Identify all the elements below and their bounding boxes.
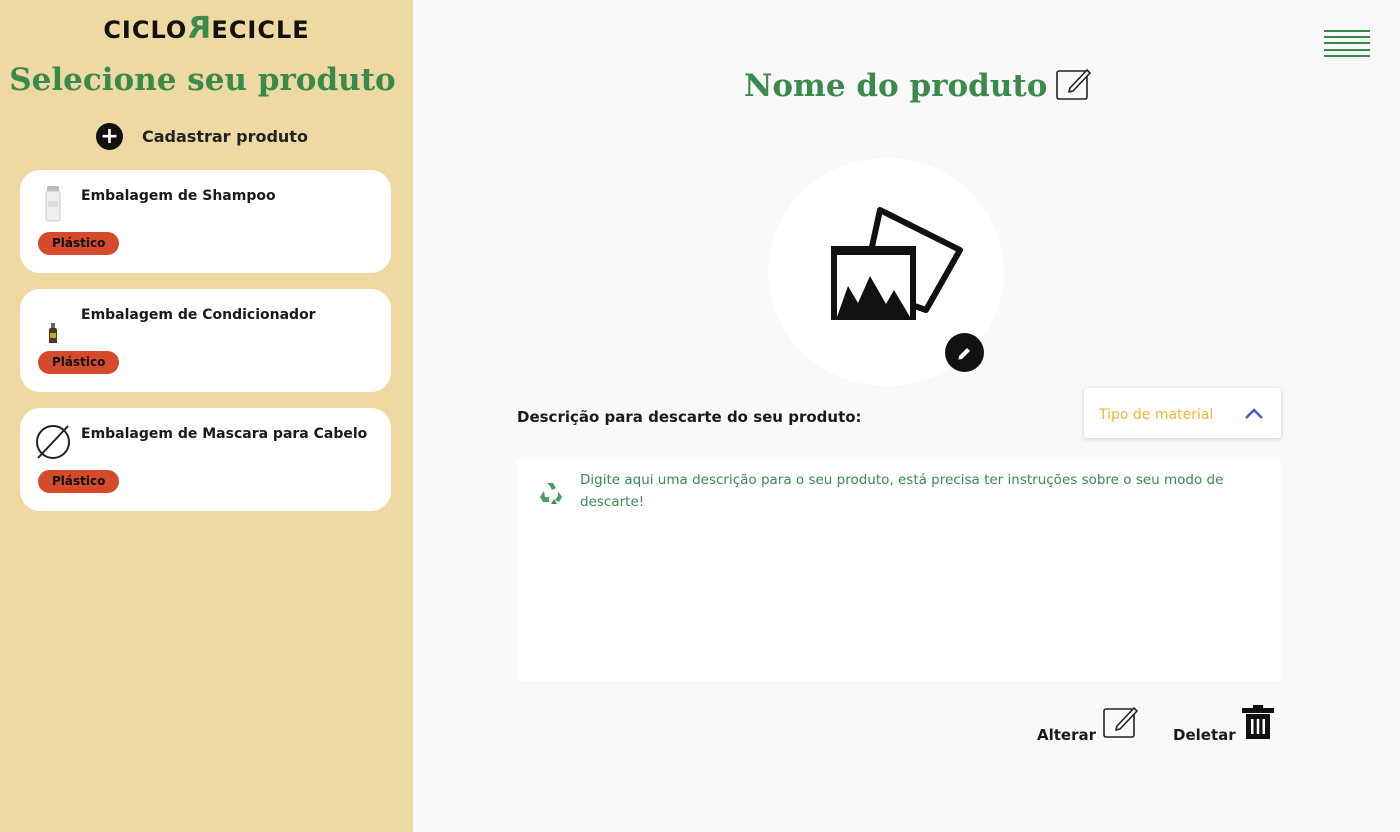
description-textarea[interactable]: Digite aqui uma descrição para o seu pro… [517,459,1281,681]
product-title-row: Nome do produto [744,64,1092,108]
product-title: Nome do produto [744,68,1048,104]
edit-icon [1102,704,1138,744]
edit-title-icon[interactable] [1055,66,1092,106]
alter-button[interactable]: Alterar [1037,706,1138,744]
no-image-icon [36,425,70,459]
sidebar: CICLORECICLE Selecione seu produto + Cad… [0,0,413,832]
delete-label: Deletar [1173,726,1236,744]
logo-part-ciclo: CICLO [103,16,188,44]
shampoo-bottle-icon [45,186,61,222]
material-type-placeholder: Tipo de material [1099,407,1214,423]
product-card-conditioner[interactable]: Embalagem de Condicionador Plástico [20,289,391,392]
description-placeholder: Digite aqui uma descrição para o seu pro… [580,472,1224,510]
logo-part-r: R [187,11,212,46]
conditioner-bottle-icon [49,323,57,343]
app-logo[interactable]: CICLORECICLE [0,11,413,46]
product-card-shampoo[interactable]: Embalagem de Shampoo Plástico [20,170,391,273]
product-card-hair-mask[interactable]: Embalagem de Mascara para Cabelo Plástic… [20,408,391,511]
product-name: Embalagem de Mascara para Cabelo [81,426,368,442]
delete-button[interactable]: Deletar [1173,704,1276,744]
recycle-icon [540,483,562,504]
material-badge: Plástico [38,470,120,493]
logo-part-ecicle: ECICLE [211,16,310,44]
material-badge: Plástico [38,232,120,255]
hamburger-menu-icon[interactable] [1324,28,1372,58]
material-badge: Plástico [38,351,120,374]
description-label: Descrição para descarte do seu produto: [517,408,862,426]
trash-icon [1240,704,1276,744]
add-product-button[interactable]: + Cadastrar produto [96,122,308,150]
plus-circle-icon: + [96,122,123,150]
material-type-select[interactable]: Tipo de material [1084,388,1281,438]
alter-label: Alterar [1037,726,1097,744]
product-name: Embalagem de Shampoo [81,188,276,204]
edit-image-button[interactable] [945,333,984,372]
product-name: Embalagem de Condicionador [81,307,316,323]
chevron-up-icon [1245,408,1263,419]
add-product-label: Cadastrar produto [142,126,308,146]
pencil-icon [958,347,970,359]
sidebar-title: Selecione seu produto [9,62,396,98]
